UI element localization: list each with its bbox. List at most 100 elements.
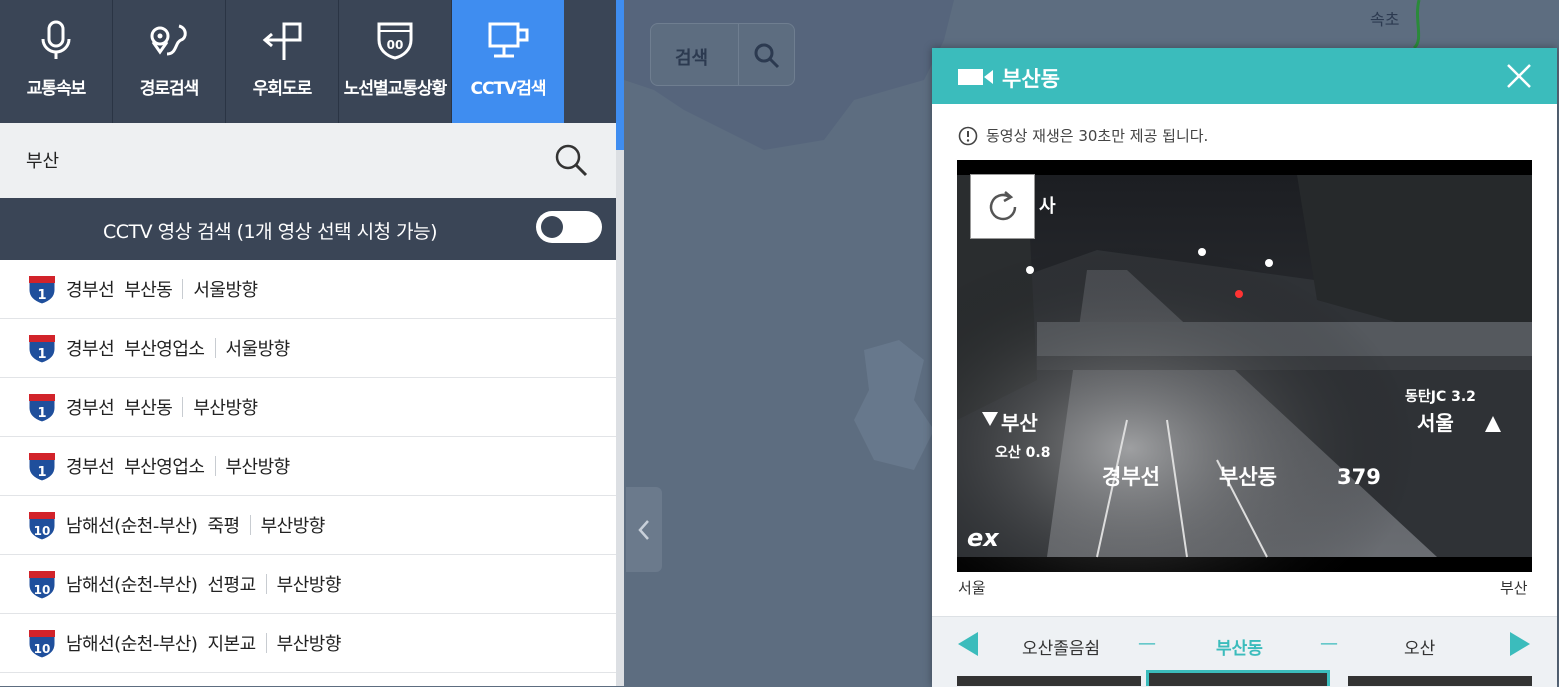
- divider: [182, 279, 184, 299]
- prev-camera-icon[interactable]: [956, 630, 980, 658]
- divider: [265, 633, 267, 653]
- road-name: 경부선: [66, 398, 115, 419]
- divider: —: [1138, 633, 1156, 654]
- tab-route-traffic[interactable]: 00 노선별교통상황: [339, 0, 452, 123]
- route-shield-icon: 1: [28, 452, 56, 482]
- close-icon[interactable]: [1503, 60, 1535, 92]
- info-icon: [958, 126, 978, 145]
- divider: [214, 338, 216, 358]
- list-item[interactable]: 1 경부선 부산동 부산방향: [0, 378, 616, 437]
- direction: 부산방향: [260, 516, 326, 537]
- route-shield-icon: 10: [28, 511, 56, 541]
- video-corner-text: 사: [1039, 196, 1056, 217]
- cctv-search-header: CCTV 영상 검색 (1개 영상 선택 시청 가능): [0, 198, 616, 260]
- tab-cctv-search[interactable]: CCTV검색: [452, 0, 564, 123]
- tab-label: 우회도로: [252, 79, 313, 99]
- place-name: 부산영업소: [124, 457, 205, 478]
- search-icon[interactable]: [753, 42, 781, 70]
- replay-button[interactable]: [970, 174, 1035, 239]
- microphone-icon: [41, 20, 71, 59]
- tab-traffic-news[interactable]: 교통속보: [0, 0, 113, 123]
- left-panel: 교통속보 경로검색 우회도로 00 노선별교통상황 CCTV검색 CCTV 영상…: [0, 0, 624, 686]
- place-name: 지본교: [207, 634, 256, 655]
- tab-detour[interactable]: 우회도로: [226, 0, 339, 123]
- search-input[interactable]: [26, 146, 526, 174]
- place-name: 죽평: [207, 516, 240, 537]
- multi-view-toggle[interactable]: [536, 211, 602, 243]
- direction: 부산방향: [225, 457, 291, 478]
- tab-label: 경로검색: [139, 79, 200, 99]
- list-item[interactable]: 1 경부선 부산동 서울방향: [0, 260, 616, 319]
- direction-right-label: 부산: [1500, 579, 1528, 597]
- route-shield-icon: 1: [28, 334, 56, 364]
- list-item[interactable]: 1 경부선 부산영업소 부산방향: [0, 437, 616, 496]
- svg-text:10: 10: [34, 524, 51, 538]
- prev-camera-name[interactable]: 오산졸음쉼: [1022, 634, 1100, 659]
- next-camera-name[interactable]: 오산: [1404, 634, 1435, 659]
- map-search-box[interactable]: 검색: [650, 23, 795, 86]
- svg-text:10: 10: [34, 642, 51, 656]
- cctv-result-list: 1 경부선 부산동 서울방향 1 경부선 부산영업소 서울방향 1 경부선 부산…: [0, 260, 616, 673]
- cctv-video[interactable]: 사 부산 오산 0.8 동탄JC 3.2 서울 경부선 부산동 379 ex: [957, 160, 1532, 572]
- cctv-frame: 사 부산 오산 0.8 동탄JC 3.2 서울 경부선 부산동 379 ex: [957, 160, 1532, 572]
- route-shield-icon: 10: [28, 570, 56, 600]
- video-sign-right: 서울: [1417, 411, 1454, 435]
- divider: [738, 24, 739, 85]
- tab-route-search[interactable]: 경로검색: [113, 0, 226, 123]
- place-name: 부산동: [124, 280, 173, 301]
- divider: —: [1320, 633, 1338, 654]
- video-camera-icon: [958, 69, 993, 85]
- route-shield-icon: 1: [28, 275, 56, 305]
- refresh-icon: [989, 191, 1017, 221]
- tab-label: 노선별교통상황: [343, 79, 447, 99]
- tab-label: CCTV검색: [470, 79, 547, 99]
- panel-collapse-button[interactable]: [626, 487, 662, 572]
- detour-icon: [262, 22, 302, 60]
- route-icon: [150, 24, 187, 56]
- direction: 부산방향: [193, 398, 258, 419]
- route-shield-icon: 10: [28, 629, 56, 659]
- place-name: 부산영업소: [124, 339, 205, 360]
- popup-header: 부산동: [932, 48, 1557, 104]
- list-item[interactable]: 1 경부선 부산영업소 서울방향: [0, 319, 616, 378]
- list-item[interactable]: 10 남해선(순천-부산) 죽평 부산방향: [0, 496, 616, 555]
- road-name: 남해선(순천-부산): [66, 575, 198, 596]
- chevron-left-icon: [638, 520, 649, 540]
- camera-thumbnail-active[interactable]: [1146, 670, 1330, 686]
- map-search-label: 검색: [675, 48, 709, 69]
- road-name: 남해선(순천-부산): [66, 634, 198, 655]
- top-navigation: 교통속보 경로검색 우회도로 00 노선별교통상황 CCTV검색: [0, 0, 616, 123]
- search-bar: [0, 123, 616, 198]
- search-icon[interactable]: [551, 140, 591, 180]
- svg-text:1: 1: [37, 465, 46, 480]
- map-city-label: 속초: [1370, 10, 1400, 29]
- road-name: 남해선(순천-부산): [66, 516, 198, 537]
- road-name: 경부선: [66, 280, 115, 301]
- svg-text:00: 00: [387, 38, 404, 52]
- place-name: 선평교: [207, 575, 256, 596]
- next-camera-icon[interactable]: [1508, 630, 1532, 658]
- highway-icon: 00: [377, 22, 413, 60]
- road-name: 경부선: [66, 339, 115, 360]
- direction: 서울방향: [225, 339, 291, 360]
- video-number: 379: [1337, 465, 1381, 489]
- notice-text: 동영상 재생은 30초만 제공 됩니다.: [986, 127, 1209, 145]
- cctv-search-title: CCTV 영상 검색 (1개 영상 선택 시청 가능): [102, 221, 438, 243]
- video-sign-left-sub: 오산 0.8: [995, 444, 1050, 461]
- svg-text:10: 10: [34, 583, 51, 597]
- route-shield-icon: 1: [28, 393, 56, 423]
- video-place-name: 부산동: [1219, 465, 1277, 489]
- list-item[interactable]: 10 남해선(순천-부산) 지본교 부산방향: [0, 614, 616, 673]
- direction: 부산방향: [276, 634, 342, 655]
- list-item[interactable]: 10 남해선(순천-부산) 선평교 부산방향: [0, 555, 616, 614]
- video-sign-left: 부산: [1001, 411, 1038, 435]
- divider: [214, 456, 216, 476]
- video-sign-right-top: 동탄JC 3.2: [1405, 388, 1476, 405]
- svg-text:1: 1: [37, 347, 46, 362]
- toggle-knob: [541, 216, 563, 238]
- divider: [182, 397, 184, 417]
- video-road-name: 경부선: [1102, 465, 1160, 489]
- camera-thumbnail[interactable]: [1348, 676, 1532, 686]
- scrollbar-thumb[interactable]: [616, 0, 624, 150]
- camera-thumbnail[interactable]: [957, 676, 1141, 686]
